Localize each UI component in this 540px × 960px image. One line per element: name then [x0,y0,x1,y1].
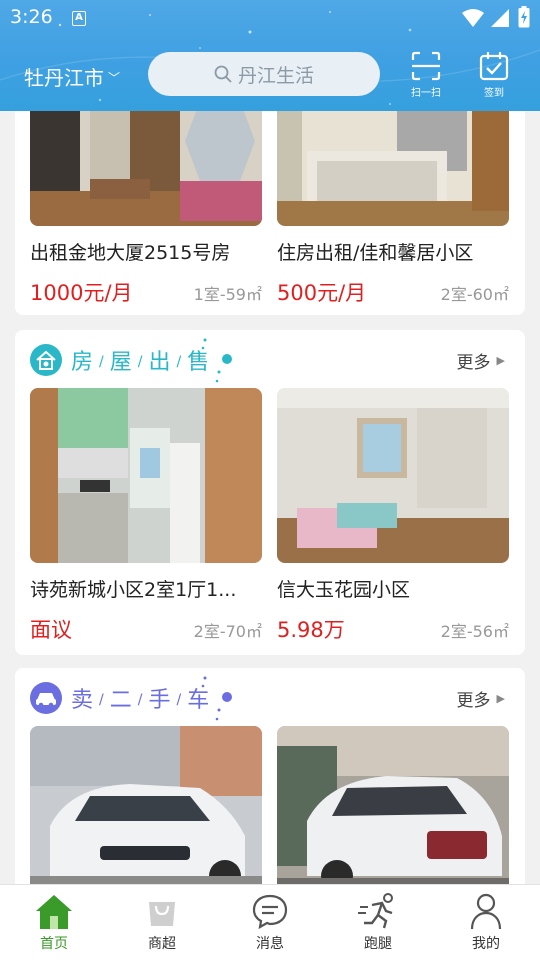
listing-card[interactable]: 住房出租/佳和馨居小区 500元/月 2室-60㎡ [277,111,509,307]
feed-content[interactable]: 出租金地大厦2515号房 1000元/月 1室-59㎡ 住房出租/佳和馨居小区 [0,111,540,884]
more-link[interactable]: 更多 ▶ [457,686,505,711]
city-selector[interactable]: 牡丹江市 ﹀ [24,62,120,91]
search-icon [214,65,232,83]
wifi-icon [462,9,484,27]
scan-label: 扫一扫 [411,88,441,99]
listing-card[interactable]: 诗苑新城小区2室1厅1... 面议 2室-70㎡ [30,388,262,644]
listing-photo [30,388,262,563]
listing-title: 信大玉花园小区 [277,579,411,601]
listing-spec: 1室-59㎡ [193,285,262,304]
listing-spec: 2室-60㎡ [440,285,509,304]
listing-price: 500元/月 [277,281,367,305]
listing-spec: 2室-70㎡ [193,622,262,641]
chevron-down-icon: ﹀ [108,71,121,85]
runner-icon [358,893,393,929]
checkin-button[interactable]: 签到 [472,50,516,99]
tab-messages[interactable]: 消息 [230,891,310,953]
sparkle-dots [201,676,232,721]
tab-label: 消息 [256,936,284,952]
house-sale-section: 房 / 屋 / 出 / 售 更多 ▶ 诗苑新城小区2室1厅1... 面议 2室-… [15,330,525,655]
tab-label: 跑腿 [364,936,392,952]
status-time: 3:26 [10,6,53,28]
tab-label: 商超 [148,936,176,952]
section-header: 卖 / 二 / 手 / 车 更多 ▶ [15,668,525,726]
battery-icon [518,6,530,28]
status-bar: 3:26 A [0,0,540,38]
listing-title: 住房出租/佳和馨居小区 [277,242,474,264]
search-placeholder: 丹江生活 [237,64,314,87]
listing-title: 诗苑新城小区2室1厅1... [30,579,237,601]
scan-button[interactable]: 扫一扫 [404,50,448,99]
scan-icon [411,51,441,81]
user-icon [470,893,502,930]
more-link[interactable]: 更多 ▶ [457,348,505,373]
listing-title: 出租金地大厦2515号房 [30,242,231,264]
listing-card[interactable]: 信大玉花园小区 5.98万 2室-56㎡ [277,388,509,644]
listing-photo [277,726,509,884]
section-title: 卖 / 二 / 手 / 车 [71,688,212,713]
section-header: 房 / 屋 / 出 / 售 更多 ▶ [15,330,525,388]
listing-price: 面议 [30,618,72,642]
tab-label: 我的 [472,936,500,952]
listing-photo [277,111,509,226]
shopping-bag-icon [149,902,175,926]
house-money-icon [30,344,62,376]
car-icon [30,682,62,714]
bottom-tab-bar: 首页 商超 消息 跑腿 我的 [0,884,540,960]
listing-card[interactable] [277,726,509,884]
listing-price: 5.98万 [277,618,345,642]
used-car-section: 卖 / 二 / 手 / 车 更多 ▶ [15,668,525,884]
listing-photo [277,388,509,563]
message-icon [252,894,288,929]
tab-mall[interactable]: 商超 [122,891,202,953]
city-name: 牡丹江市 [24,66,104,90]
listing-card[interactable] [30,726,262,884]
section-title: 房 / 屋 / 出 / 售 [71,350,212,375]
tab-label: 首页 [40,936,68,952]
tab-errand[interactable]: 跑腿 [338,891,418,953]
tab-home[interactable]: 首页 [14,891,94,953]
triangle-right-icon: ▶ [496,354,505,367]
search-input[interactable]: 丹江生活 [148,52,380,96]
listing-photo [30,111,262,226]
rental-card: 出租金地大厦2515号房 1000元/月 1室-59㎡ 住房出租/佳和馨居小区 [15,111,525,315]
signal-icon [491,9,509,27]
listing-spec: 2室-56㎡ [440,622,509,641]
listing-price: 1000元/月 [30,281,133,305]
checkin-label: 签到 [484,88,504,99]
app-header: 3:26 A 牡丹江市 ﹀ 丹江生活 扫一扫 签到 [0,0,540,111]
listing-card[interactable]: 出租金地大厦2515号房 1000元/月 1室-59㎡ [30,111,262,307]
triangle-right-icon: ▶ [496,692,505,705]
sparkle-dots [201,338,232,383]
notification-a-icon: A [72,11,86,26]
tab-profile[interactable]: 我的 [446,891,526,953]
home-icon [36,895,72,929]
listing-photo [30,726,262,884]
calendar-check-icon [479,52,509,81]
